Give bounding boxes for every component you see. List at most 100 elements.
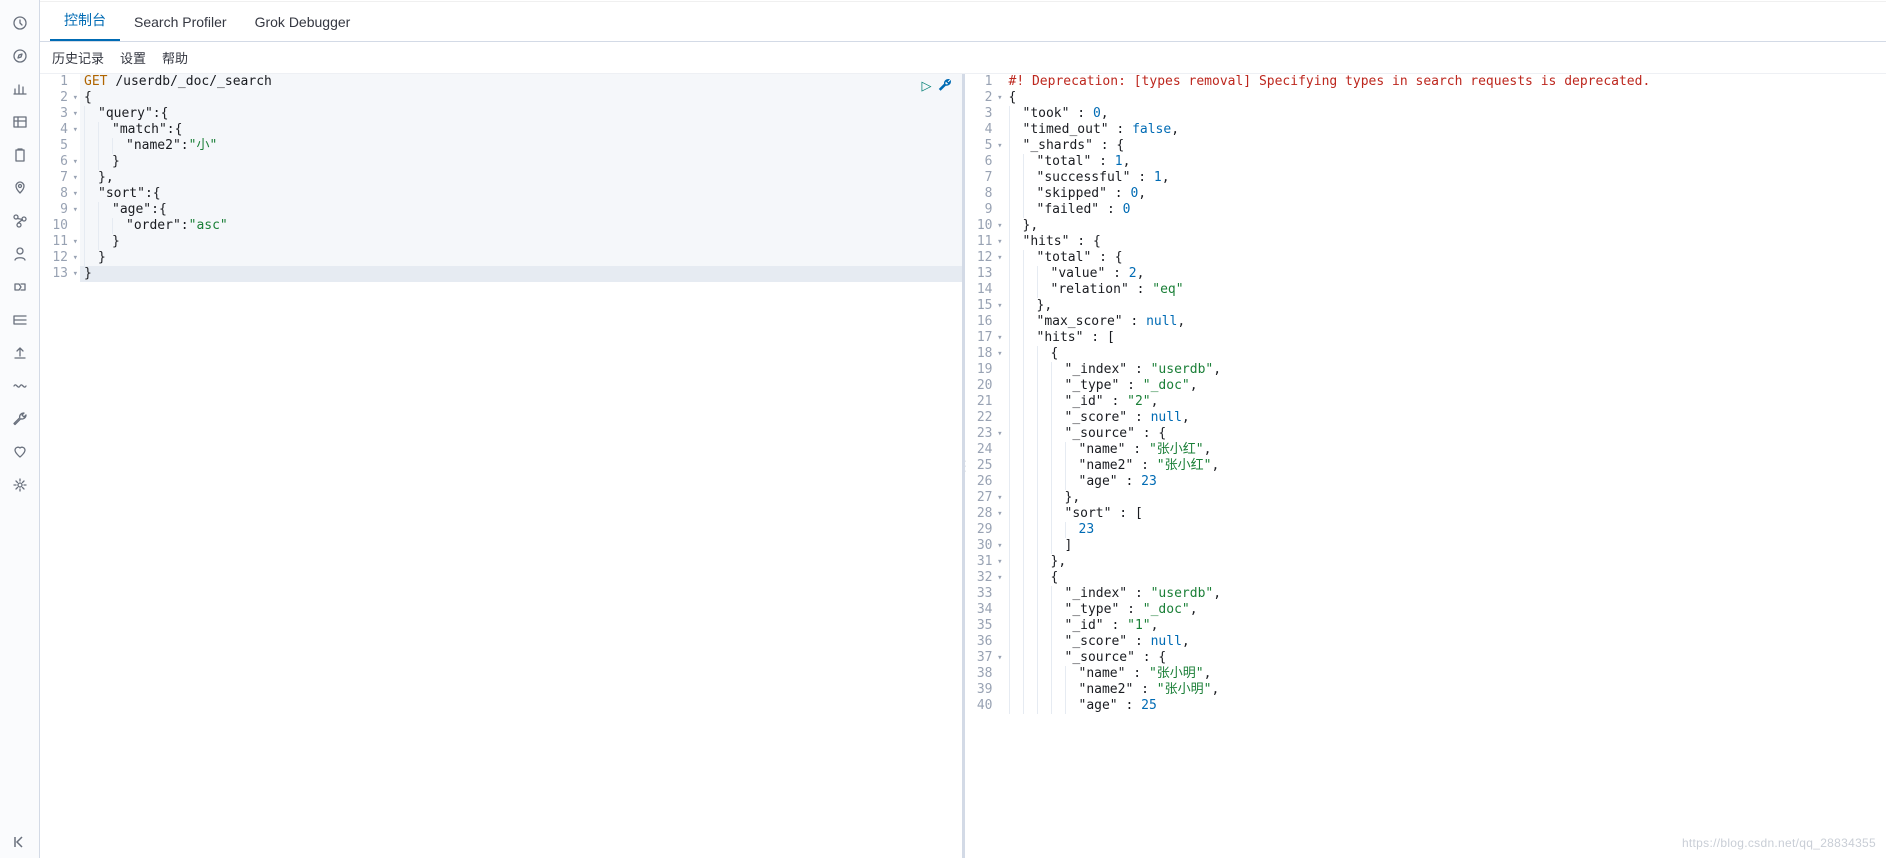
upload-icon[interactable]	[0, 336, 40, 369]
code-content[interactable]: GET /userdb/_doc/_search	[80, 74, 962, 90]
graph-icon[interactable]	[0, 204, 40, 237]
code-content[interactable]: "name2" : "张小红",	[1005, 458, 1886, 474]
link-history[interactable]: 历史记录	[52, 48, 104, 67]
code-content[interactable]: "hits" : {	[1005, 234, 1886, 250]
wrench-icon[interactable]	[0, 402, 40, 435]
code-content[interactable]: "_type" : "_doc",	[1005, 378, 1886, 394]
fold-toggle-icon[interactable]: ▾	[73, 90, 78, 106]
clipboard-icon[interactable]	[0, 138, 40, 171]
code-line[interactable]: 23▾"_source" : {	[965, 426, 1886, 442]
code-line[interactable]: 16"max_score" : null,	[965, 314, 1886, 330]
code-line[interactable]: 2▾{	[965, 90, 1886, 106]
fold-toggle-icon[interactable]: ▾	[73, 186, 78, 202]
fold-toggle-icon[interactable]: ▾	[997, 90, 1002, 106]
code-line[interactable]: 18▾{	[965, 346, 1886, 362]
code-line[interactable]: 25"name2" : "张小红",	[965, 458, 1886, 474]
code-line[interactable]: 2▾{	[40, 90, 962, 106]
code-content[interactable]: "age":{	[80, 202, 962, 218]
code-line[interactable]: 2923	[965, 522, 1886, 538]
wave-icon[interactable]	[0, 369, 40, 402]
code-line[interactable]: 4▾"match":{	[40, 122, 962, 138]
user-icon[interactable]	[0, 237, 40, 270]
code-line[interactable]: 34"_type" : "_doc",	[965, 602, 1886, 618]
code-content[interactable]: "total" : 1,	[1005, 154, 1886, 170]
code-content[interactable]: }	[80, 154, 962, 170]
fold-toggle-icon[interactable]: ▾	[997, 346, 1002, 362]
code-content[interactable]: "max_score" : null,	[1005, 314, 1886, 330]
code-content[interactable]: }	[80, 250, 962, 266]
code-line[interactable]: 33"_index" : "userdb",	[965, 586, 1886, 602]
heart-icon[interactable]	[0, 435, 40, 468]
code-content[interactable]: "match":{	[80, 122, 962, 138]
code-content[interactable]: "took" : 0,	[1005, 106, 1886, 122]
code-line[interactable]: 22"_score" : null,	[965, 410, 1886, 426]
code-content[interactable]: "failed" : 0	[1005, 202, 1886, 218]
fold-toggle-icon[interactable]: ▾	[997, 298, 1002, 314]
code-line[interactable]: 14"relation" : "eq"	[965, 282, 1886, 298]
code-line[interactable]: 20"_type" : "_doc",	[965, 378, 1886, 394]
fold-toggle-icon[interactable]: ▾	[73, 106, 78, 122]
code-line[interactable]: 27▾},	[965, 490, 1886, 506]
code-line[interactable]: 38"name" : "张小明",	[965, 666, 1886, 682]
link-settings[interactable]: 设置	[120, 48, 146, 67]
code-content[interactable]: 23	[1005, 522, 1886, 538]
table-icon[interactable]	[0, 105, 40, 138]
code-line[interactable]: 32▾{	[965, 570, 1886, 586]
code-line[interactable]: 10"order":"asc"	[40, 218, 962, 234]
tab-grok-debugger[interactable]: Grok Debugger	[241, 4, 365, 41]
code-content[interactable]: },	[80, 170, 962, 186]
code-content[interactable]: "_score" : null,	[1005, 634, 1886, 650]
fold-toggle-icon[interactable]: ▾	[997, 490, 1002, 506]
code-content[interactable]: "name" : "张小明",	[1005, 666, 1886, 682]
code-line[interactable]: 28▾"sort" : [	[965, 506, 1886, 522]
code-content[interactable]: },	[1005, 490, 1886, 506]
run-request-icon[interactable]: ▷	[922, 78, 932, 95]
gear-icon[interactable]	[0, 468, 40, 501]
fold-toggle-icon[interactable]: ▾	[73, 122, 78, 138]
code-line[interactable]: 12▾"total" : {	[965, 250, 1886, 266]
fold-toggle-icon[interactable]: ▾	[73, 202, 78, 218]
code-line[interactable]: 10▾},	[965, 218, 1886, 234]
code-line[interactable]: 40"age" : 25	[965, 698, 1886, 714]
fold-toggle-icon[interactable]: ▾	[73, 154, 78, 170]
code-line[interactable]: 26"age" : 23	[965, 474, 1886, 490]
code-content[interactable]: "_score" : null,	[1005, 410, 1886, 426]
fold-toggle-icon[interactable]: ▾	[997, 250, 1002, 266]
code-content[interactable]: "skipped" : 0,	[1005, 186, 1886, 202]
code-line[interactable]: 5"name2":"小"	[40, 138, 962, 154]
fold-toggle-icon[interactable]: ▾	[997, 570, 1002, 586]
code-line[interactable]: 36"_score" : null,	[965, 634, 1886, 650]
code-line[interactable]: 1#! Deprecation: [types removal] Specify…	[965, 74, 1886, 90]
code-line[interactable]: 21"_id" : "2",	[965, 394, 1886, 410]
fold-toggle-icon[interactable]: ▾	[997, 538, 1002, 554]
code-content[interactable]: "age" : 23	[1005, 474, 1886, 490]
code-line[interactable]: 13"value" : 2,	[965, 266, 1886, 282]
code-content[interactable]: {	[1005, 90, 1886, 106]
indent-icon[interactable]	[0, 303, 40, 336]
fold-toggle-icon[interactable]: ▾	[997, 650, 1002, 666]
code-content[interactable]: ]	[1005, 538, 1886, 554]
code-line[interactable]: 7"successful" : 1,	[965, 170, 1886, 186]
code-content[interactable]: },	[1005, 554, 1886, 570]
pin-icon[interactable]	[0, 171, 40, 204]
code-content[interactable]: },	[1005, 298, 1886, 314]
code-content[interactable]: "hits" : [	[1005, 330, 1886, 346]
code-content[interactable]: "_index" : "userdb",	[1005, 586, 1886, 602]
code-line[interactable]: 37▾"_source" : {	[965, 650, 1886, 666]
code-content[interactable]: "_type" : "_doc",	[1005, 602, 1886, 618]
code-line[interactable]: 4"timed_out" : false,	[965, 122, 1886, 138]
code-line[interactable]: 12▾}	[40, 250, 962, 266]
code-content[interactable]: "successful" : 1,	[1005, 170, 1886, 186]
code-line[interactable]: 19"_index" : "userdb",	[965, 362, 1886, 378]
code-content[interactable]: "name" : "张小红",	[1005, 442, 1886, 458]
request-editor[interactable]: ▷ 1GET /userdb/_doc/_search2▾{3▾"query":…	[40, 74, 965, 858]
code-line[interactable]: 13▾}	[40, 266, 962, 282]
fold-toggle-icon[interactable]: ▾	[997, 330, 1002, 346]
pipeline-icon[interactable]	[0, 270, 40, 303]
fold-toggle-icon[interactable]: ▾	[997, 218, 1002, 234]
code-line[interactable]: 6"total" : 1,	[965, 154, 1886, 170]
code-content[interactable]: "_id" : "1",	[1005, 618, 1886, 634]
tab-console[interactable]: 控制台	[50, 0, 120, 41]
code-line[interactable]: 9▾"age":{	[40, 202, 962, 218]
code-line[interactable]: 11▾"hits" : {	[965, 234, 1886, 250]
